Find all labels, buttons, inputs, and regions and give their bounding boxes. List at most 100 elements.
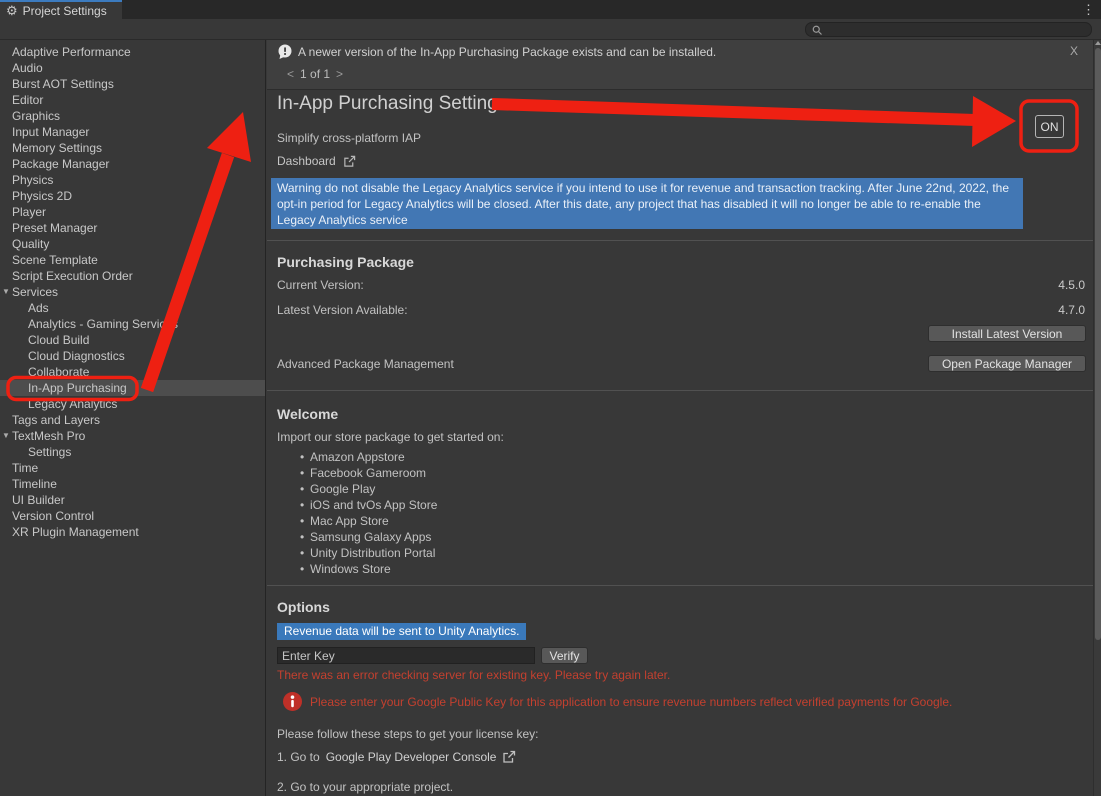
sidebar-item-label: Version Control — [12, 509, 94, 523]
store-list-item: •Windows Store — [300, 561, 437, 577]
store-list-item: •Facebook Gameroom — [300, 465, 437, 481]
sidebar-item-editor[interactable]: Editor — [0, 92, 265, 108]
pager-count: 1 of 1 — [300, 67, 330, 81]
search-icon — [811, 24, 823, 36]
sidebar-item-physics[interactable]: Physics — [0, 172, 265, 188]
sidebar-item-graphics[interactable]: Graphics — [0, 108, 265, 124]
sidebar-item-ui-builder[interactable]: UI Builder — [0, 492, 265, 508]
sidebar-item-label: Physics — [12, 173, 53, 187]
sidebar-item-audio[interactable]: Audio — [0, 60, 265, 76]
step-2: 2. Go to your appropriate project. — [277, 780, 453, 794]
search-input[interactable] — [823, 24, 1086, 36]
sidebar-item-label: Adaptive Performance — [12, 45, 131, 59]
purchasing-package-heading: Purchasing Package — [277, 254, 414, 270]
sidebar-item-label: Tags and Layers — [12, 413, 100, 427]
sidebar-item-burst-aot-settings[interactable]: Burst AOT Settings — [0, 76, 265, 92]
store-name: Samsung Galaxy Apps — [310, 529, 431, 545]
sidebar-item-scene-template[interactable]: Scene Template — [0, 252, 265, 268]
options-heading: Options — [277, 599, 330, 615]
welcome-intro: Import our store package to get started … — [277, 430, 504, 444]
steps-intro: Please follow these steps to get your li… — [277, 727, 538, 741]
pager-prev-icon[interactable]: < — [287, 67, 294, 81]
license-key-input[interactable] — [277, 647, 535, 664]
divider — [267, 390, 1093, 391]
sidebar-item-cloud-diagnostics[interactable]: Cloud Diagnostics — [0, 348, 265, 364]
sidebar-item-xr-plugin-management[interactable]: XR Plugin Management — [0, 524, 265, 540]
sidebar-item-cloud-build[interactable]: Cloud Build — [0, 332, 265, 348]
kebab-menu-icon[interactable]: ⋮ — [1082, 2, 1095, 18]
bullet-icon: • — [300, 481, 310, 497]
scroll-up-icon[interactable] — [1095, 41, 1101, 45]
sidebar-item-input-manager[interactable]: Input Manager — [0, 124, 265, 140]
foldout-triangle-icon[interactable]: ▼ — [1, 428, 11, 444]
gear-icon: ⚙ — [6, 4, 18, 17]
sidebar-item-label: Settings — [28, 445, 71, 459]
scrollbar[interactable] — [1093, 40, 1101, 796]
sidebar-item-in-app-purchasing[interactable]: In-App Purchasing — [0, 380, 265, 396]
store-name: Unity Distribution Portal — [310, 545, 435, 561]
sidebar-item-adaptive-performance[interactable]: Adaptive Performance — [0, 44, 265, 60]
tab-bar: ⚙ Project Settings ⋮ — [0, 0, 1101, 19]
sidebar-item-version-control[interactable]: Version Control — [0, 508, 265, 524]
sidebar-item-preset-manager[interactable]: Preset Manager — [0, 220, 265, 236]
service-toggle-button[interactable]: ON — [1035, 115, 1064, 138]
sidebar-item-tags-and-layers[interactable]: Tags and Layers — [0, 412, 265, 428]
settings-sidebar: Adaptive PerformanceAudioBurst AOT Setti… — [0, 40, 266, 796]
store-list-item: •Google Play — [300, 481, 437, 497]
sidebar-item-label: Time — [12, 461, 38, 475]
tab-project-settings[interactable]: ⚙ Project Settings — [0, 0, 122, 19]
store-list-item: •iOS and tvOs App Store — [300, 497, 437, 513]
sidebar-item-legacy-analytics[interactable]: Legacy Analytics — [0, 396, 265, 412]
store-list-item: •Unity Distribution Portal — [300, 545, 437, 561]
sidebar-item-time[interactable]: Time — [0, 460, 265, 476]
open-package-manager-button[interactable]: Open Package Manager — [928, 355, 1086, 372]
sidebar-item-player[interactable]: Player — [0, 204, 265, 220]
current-version-value: 4.5.0 — [1058, 278, 1085, 292]
pager-next-icon[interactable]: > — [336, 67, 343, 81]
google-play-console-link[interactable]: Google Play Developer Console — [326, 750, 497, 764]
sidebar-item-collaborate[interactable]: Collaborate — [0, 364, 265, 380]
banner-message: A newer version of the In-App Purchasing… — [298, 45, 716, 59]
latest-version-value: 4.7.0 — [1058, 303, 1085, 317]
sidebar-item-label: Editor — [12, 93, 43, 107]
page-subtitle: Simplify cross-platform IAP — [277, 131, 421, 145]
welcome-heading: Welcome — [277, 406, 338, 422]
sidebar-item-physics-2d[interactable]: Physics 2D — [0, 188, 265, 204]
scrollbar-thumb[interactable] — [1095, 48, 1101, 640]
sidebar-item-label: Cloud Diagnostics — [28, 349, 125, 363]
divider — [267, 585, 1093, 586]
bullet-icon: • — [300, 465, 310, 481]
sidebar-item-package-manager[interactable]: Package Manager — [0, 156, 265, 172]
sidebar-item-label: UI Builder — [12, 493, 65, 507]
sidebar-item-analytics-gaming-services[interactable]: Analytics - Gaming Services — [0, 316, 265, 332]
sidebar-item-label: Memory Settings — [12, 141, 102, 155]
sidebar-item-quality[interactable]: Quality — [0, 236, 265, 252]
sidebar-item-label: Player — [12, 205, 46, 219]
analytics-note-badge: Revenue data will be sent to Unity Analy… — [277, 623, 526, 640]
bullet-icon: • — [300, 449, 310, 465]
store-name: Google Play — [310, 481, 375, 497]
google-key-warning-text: Please enter your Google Public Key for … — [310, 695, 952, 709]
package-update-banner: A newer version of the In-App Purchasing… — [267, 40, 1093, 90]
banner-close-icon[interactable]: X — [1070, 44, 1078, 58]
sidebar-item-services[interactable]: ▼Services — [0, 284, 265, 300]
error-info-icon — [283, 692, 302, 711]
sidebar-item-memory-settings[interactable]: Memory Settings — [0, 140, 265, 156]
main-panel: A newer version of the In-App Purchasing… — [267, 40, 1093, 796]
sidebar-item-timeline[interactable]: Timeline — [0, 476, 265, 492]
sidebar-item-script-execution-order[interactable]: Script Execution Order — [0, 268, 265, 284]
install-latest-version-button[interactable]: Install Latest Version — [928, 325, 1086, 342]
sidebar-item-textmesh-pro[interactable]: ▼TextMesh Pro — [0, 428, 265, 444]
dashboard-link[interactable]: Dashboard — [277, 154, 356, 168]
bullet-icon: • — [300, 497, 310, 513]
sidebar-item-label: Services — [12, 285, 58, 299]
verify-button[interactable]: Verify — [541, 647, 588, 664]
foldout-triangle-icon[interactable]: ▼ — [1, 284, 11, 300]
search-box[interactable] — [805, 22, 1092, 37]
sidebar-item-ads[interactable]: Ads — [0, 300, 265, 316]
tab-title: Project Settings — [23, 4, 107, 18]
sidebar-item-settings[interactable]: Settings — [0, 444, 265, 460]
sidebar-item-label: Cloud Build — [28, 333, 89, 347]
bullet-icon: • — [300, 513, 310, 529]
project-settings-window: ⚙ Project Settings ⋮ Adaptive Performanc… — [0, 0, 1101, 796]
